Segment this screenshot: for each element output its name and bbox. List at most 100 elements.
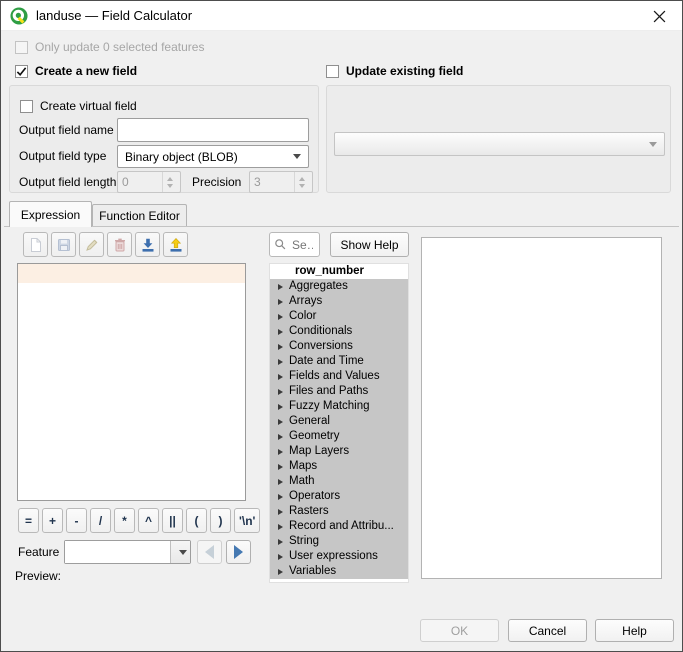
export-expressions-button[interactable] xyxy=(163,232,188,257)
cancel-button[interactable]: Cancel xyxy=(508,619,587,642)
function-group-row[interactable]: Map Layers xyxy=(270,444,408,459)
function-group-row[interactable]: Fuzzy Matching xyxy=(270,399,408,414)
operator-button[interactable]: ) xyxy=(210,508,231,533)
expression-editor[interactable] xyxy=(17,263,246,501)
output-field-type-select[interactable]: Binary object (BLOB) xyxy=(117,145,309,168)
create-new-field-checkbox[interactable]: Create a new field xyxy=(15,64,137,78)
expand-triangle-icon xyxy=(278,554,283,560)
operator-button[interactable]: ( xyxy=(186,508,207,533)
tab-expression[interactable]: Expression xyxy=(9,201,92,227)
new-file-icon xyxy=(28,237,44,253)
expand-triangle-icon xyxy=(278,449,283,455)
function-group-row[interactable]: Record and Attribu... xyxy=(270,519,408,534)
create-virtual-field-checkbox[interactable]: Create virtual field xyxy=(20,99,137,113)
existing-field-select[interactable] xyxy=(334,132,665,156)
function-group-label: Color xyxy=(289,309,316,324)
feature-combobox[interactable] xyxy=(64,540,191,564)
checkbox-box xyxy=(20,100,33,113)
tab-pane-border xyxy=(4,226,679,227)
function-group-row[interactable]: User expressions xyxy=(270,549,408,564)
operator-button[interactable]: '\n' xyxy=(234,508,260,533)
function-group-row[interactable]: Arrays xyxy=(270,294,408,309)
show-help-label: Show Help xyxy=(340,238,398,252)
previous-feature-button[interactable] xyxy=(197,540,222,564)
field-calculator-dialog: landuse — Field Calculator Only update 0… xyxy=(0,0,683,652)
function-list-selected-item[interactable]: row_number xyxy=(270,264,408,279)
output-field-type-value: Binary object (BLOB) xyxy=(125,150,289,164)
function-group-row[interactable]: String xyxy=(270,534,408,549)
function-group-row[interactable]: Conditionals xyxy=(270,324,408,339)
spinner-arrows-icon xyxy=(294,172,308,192)
function-group-row[interactable]: Conversions xyxy=(270,339,408,354)
ok-button[interactable]: OK xyxy=(420,619,499,642)
function-group-row[interactable]: Operators xyxy=(270,489,408,504)
close-button[interactable] xyxy=(637,1,682,31)
function-group-row[interactable]: Color xyxy=(270,309,408,324)
operator-button[interactable]: * xyxy=(114,508,135,533)
only-update-checkbox[interactable]: Only update 0 selected features xyxy=(15,40,204,54)
only-update-label: Only update 0 selected features xyxy=(35,40,204,54)
function-group-label: Fuzzy Matching xyxy=(289,399,370,414)
operator-button[interactable]: ^ xyxy=(138,508,159,533)
expand-triangle-icon xyxy=(278,479,283,485)
expand-triangle-icon xyxy=(278,359,283,365)
import-expressions-button[interactable] xyxy=(135,232,160,257)
close-icon xyxy=(653,10,666,23)
feature-dropdown-button[interactable] xyxy=(170,541,190,563)
expand-triangle-icon xyxy=(278,389,283,395)
show-help-button[interactable]: Show Help xyxy=(330,232,409,257)
spinner-arrows-icon xyxy=(162,172,176,192)
function-group-label: String xyxy=(289,534,319,549)
search-input[interactable] xyxy=(290,237,315,253)
expand-triangle-icon xyxy=(278,314,283,320)
delete-expression-button[interactable] xyxy=(107,232,132,257)
existing-field-group xyxy=(326,85,671,193)
output-field-name-label: Output field name xyxy=(19,123,114,137)
output-field-type-label: Output field type xyxy=(19,149,106,163)
function-group-row[interactable]: Geometry xyxy=(270,429,408,444)
next-feature-button[interactable] xyxy=(226,540,251,564)
checkbox-box xyxy=(15,41,28,54)
edit-expression-button[interactable] xyxy=(79,232,104,257)
tab-function-editor[interactable]: Function Editor xyxy=(92,204,187,226)
function-group-label: Math xyxy=(289,474,315,489)
function-group-row[interactable]: Date and Time xyxy=(270,354,408,369)
feature-input[interactable] xyxy=(65,541,170,563)
operator-button[interactable]: / xyxy=(90,508,111,533)
help-button[interactable]: Help xyxy=(595,619,674,642)
function-group-label: Fields and Values xyxy=(289,369,380,384)
function-group-row[interactable]: Maps xyxy=(270,459,408,474)
precision-spinner[interactable]: 3 xyxy=(249,171,313,193)
operator-button[interactable]: || xyxy=(162,508,183,533)
function-group-label: Operators xyxy=(289,489,340,504)
function-search-box[interactable] xyxy=(269,232,320,257)
tab-function-editor-label: Function Editor xyxy=(99,209,180,223)
operator-button[interactable]: + xyxy=(42,508,63,533)
function-group-row[interactable]: Files and Paths xyxy=(270,384,408,399)
cancel-label: Cancel xyxy=(529,624,566,638)
new-field-group: Create virtual field Output field name O… xyxy=(9,85,319,193)
function-group-row[interactable]: Variables xyxy=(270,564,408,579)
function-group-row[interactable]: General xyxy=(270,414,408,429)
output-field-name-input[interactable] xyxy=(117,118,309,142)
precision-value: 3 xyxy=(254,175,294,189)
function-group-row[interactable]: Math xyxy=(270,474,408,489)
chevron-down-icon xyxy=(649,142,657,147)
expand-triangle-icon xyxy=(278,299,283,305)
save-expression-button[interactable] xyxy=(51,232,76,257)
expand-triangle-icon xyxy=(278,494,283,500)
operator-button[interactable]: = xyxy=(18,508,39,533)
new-expression-button[interactable] xyxy=(23,232,48,257)
expand-triangle-icon xyxy=(278,374,283,380)
function-group-row[interactable]: Fields and Values xyxy=(270,369,408,384)
checkbox-box-checked xyxy=(15,65,28,78)
operator-button[interactable]: - xyxy=(66,508,87,533)
help-label: Help xyxy=(622,624,647,638)
function-group-row[interactable]: Rasters xyxy=(270,504,408,519)
output-field-length-spinner[interactable]: 0 xyxy=(117,171,181,193)
function-group-label: Conversions xyxy=(289,339,353,354)
update-existing-field-checkbox[interactable]: Update existing field xyxy=(326,64,463,78)
window-title: landuse — Field Calculator xyxy=(36,8,192,23)
pencil-icon xyxy=(84,237,100,253)
function-group-row[interactable]: Aggregates xyxy=(270,279,408,294)
